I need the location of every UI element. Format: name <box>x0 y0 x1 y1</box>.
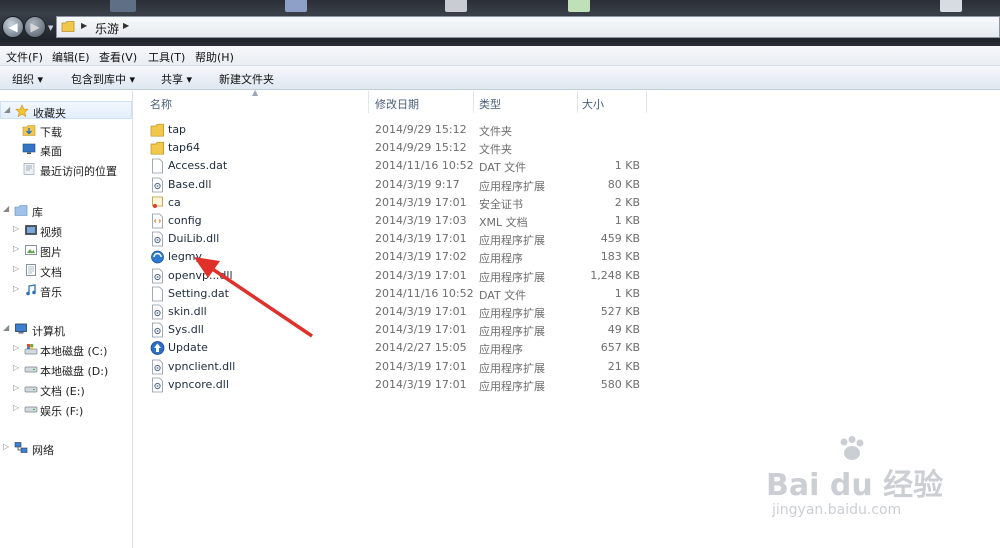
address-box[interactable]: ▶ 乐游 ▶ <box>56 16 1000 38</box>
nav-videos[interactable]: ▷ 视频 <box>0 221 132 239</box>
watermark-url: jingyan.baidu.com <box>772 502 902 518</box>
breadcrumb-chevron-icon[interactable]: ▶ <box>81 21 87 30</box>
breadcrumb-chevron-icon[interactable]: ▶ <box>123 21 129 30</box>
drive-icon <box>24 366 38 373</box>
library-icon <box>14 205 28 216</box>
thumbnail <box>285 0 307 12</box>
expand-arrow-icon[interactable]: ▷ <box>3 442 9 451</box>
nav-label: 图片 <box>40 246 62 259</box>
expand-arrow-icon[interactable]: ▷ <box>13 244 19 253</box>
nav-computer[interactable]: ◢ 计算机 <box>0 320 132 338</box>
nav-pictures[interactable]: ▷ 图片 <box>0 241 132 259</box>
nav-recent[interactable]: 最近访问的位置 <box>0 160 132 178</box>
nav-documents[interactable]: ▷ 文档 <box>0 261 132 279</box>
music-library-icon <box>26 284 36 296</box>
collapse-arrow-icon[interactable]: ◢ <box>3 323 9 332</box>
expand-arrow-icon[interactable]: ▷ <box>13 343 19 352</box>
folder-icon <box>61 21 75 32</box>
nav-label: 文档 (E:) <box>40 385 85 398</box>
nav-label: 视频 <box>40 226 62 239</box>
nav-label: 网络 <box>32 444 54 457</box>
nav-label: 音乐 <box>40 286 62 299</box>
recent-places-icon <box>23 163 35 175</box>
paw-logo-icon <box>840 436 864 460</box>
organize-button[interactable]: 组织 ▾ <box>12 71 43 87</box>
thumbnail <box>940 0 962 12</box>
star-icon <box>15 104 29 118</box>
nav-label: 下载 <box>40 126 62 139</box>
nav-label: 本地磁盘 (C:) <box>40 345 108 358</box>
nav-downloads[interactable]: 下载 <box>0 121 132 139</box>
baidu-watermark: Bai du 经验 jingyan.baidu.com <box>766 436 966 536</box>
share-button[interactable]: 共享 ▾ <box>161 71 192 87</box>
documents-library-icon <box>26 264 36 276</box>
video-library-icon <box>25 225 37 235</box>
nav-label: 桌面 <box>40 145 62 158</box>
taskbar-thumbnails <box>0 0 1000 14</box>
collapse-arrow-icon[interactable]: ◢ <box>3 204 9 213</box>
network-icon <box>14 442 28 453</box>
command-bar: 组织 ▾ 包含到库中 ▾ 共享 ▾ 新建文件夹 <box>0 66 1000 90</box>
breadcrumb-segment[interactable]: 乐游 <box>95 20 119 37</box>
expand-arrow-icon[interactable]: ▷ <box>13 363 19 372</box>
thumbnail <box>445 0 467 12</box>
drive-icon <box>24 406 38 413</box>
system-drive-icon <box>24 344 38 355</box>
collapse-arrow-icon[interactable]: ◢ <box>4 105 10 114</box>
menu-edit[interactable]: 编辑(E) <box>52 49 90 65</box>
watermark-brand: Bai du 经验 <box>766 468 944 503</box>
include-in-library-button[interactable]: 包含到库中 ▾ <box>71 71 135 87</box>
nav-label: 收藏夹 <box>33 107 66 120</box>
nav-label: 本地磁盘 (D:) <box>40 365 109 378</box>
menu-help[interactable]: 帮助(H) <box>195 49 234 65</box>
pictures-library-icon <box>25 245 37 255</box>
nav-label: 文档 <box>40 266 62 279</box>
thumbnail <box>568 0 590 12</box>
nav-libraries[interactable]: ◢ 库 <box>0 201 132 219</box>
expand-arrow-icon[interactable]: ▷ <box>13 383 19 392</box>
nav-favorites[interactable]: ◢ 收藏夹 <box>0 101 132 120</box>
nav-music[interactable]: ▷ 音乐 <box>0 281 132 299</box>
expand-arrow-icon[interactable]: ▷ <box>13 264 19 273</box>
menu-tools[interactable]: 工具(T) <box>148 49 185 65</box>
nav-network[interactable]: ▷ 网络 <box>0 439 132 457</box>
navigation-pane: ◢ 收藏夹 下载 桌面 最近访问的位置 ◢ 库 ▷ 视频 ▷ 图片 ▷ 文档 ▷… <box>0 91 133 548</box>
nav-drive-d[interactable]: ▷ 本地磁盘 (D:) <box>0 360 132 378</box>
downloads-folder-icon <box>22 125 36 136</box>
nav-label: 娱乐 (F:) <box>40 405 84 418</box>
nav-desktop[interactable]: 桌面 <box>0 140 132 158</box>
nav-label: 最近访问的位置 <box>40 165 117 178</box>
nav-drive-e[interactable]: ▷ 文档 (E:) <box>0 380 132 398</box>
expand-arrow-icon[interactable]: ▷ <box>13 403 19 412</box>
menu-view[interactable]: 查看(V) <box>99 49 137 65</box>
computer-icon <box>15 323 27 334</box>
thumbnail <box>110 0 136 12</box>
desktop-icon <box>22 143 36 154</box>
nav-label: 库 <box>32 206 43 219</box>
nav-label: 计算机 <box>32 325 65 338</box>
nav-drive-f[interactable]: ▷ 娱乐 (F:) <box>0 400 132 418</box>
recent-pages-dropdown-icon[interactable]: ▼ <box>48 24 53 32</box>
menu-bar: 文件(F) 编辑(E) 查看(V) 工具(T) 帮助(H) <box>0 46 1000 66</box>
expand-arrow-icon[interactable]: ▷ <box>13 284 19 293</box>
drive-icon <box>24 386 38 393</box>
forward-button[interactable]: ▶ <box>24 16 46 38</box>
new-folder-button[interactable]: 新建文件夹 <box>219 71 274 87</box>
expand-arrow-icon[interactable]: ▷ <box>13 224 19 233</box>
back-button[interactable]: ◀ <box>2 16 24 38</box>
menu-file[interactable]: 文件(F) <box>6 49 43 65</box>
nav-drive-c[interactable]: ▷ 本地磁盘 (C:) <box>0 340 132 358</box>
address-bar-area: ◀ ▶ ▼ ▶ 乐游 ▶ <box>0 0 1000 46</box>
